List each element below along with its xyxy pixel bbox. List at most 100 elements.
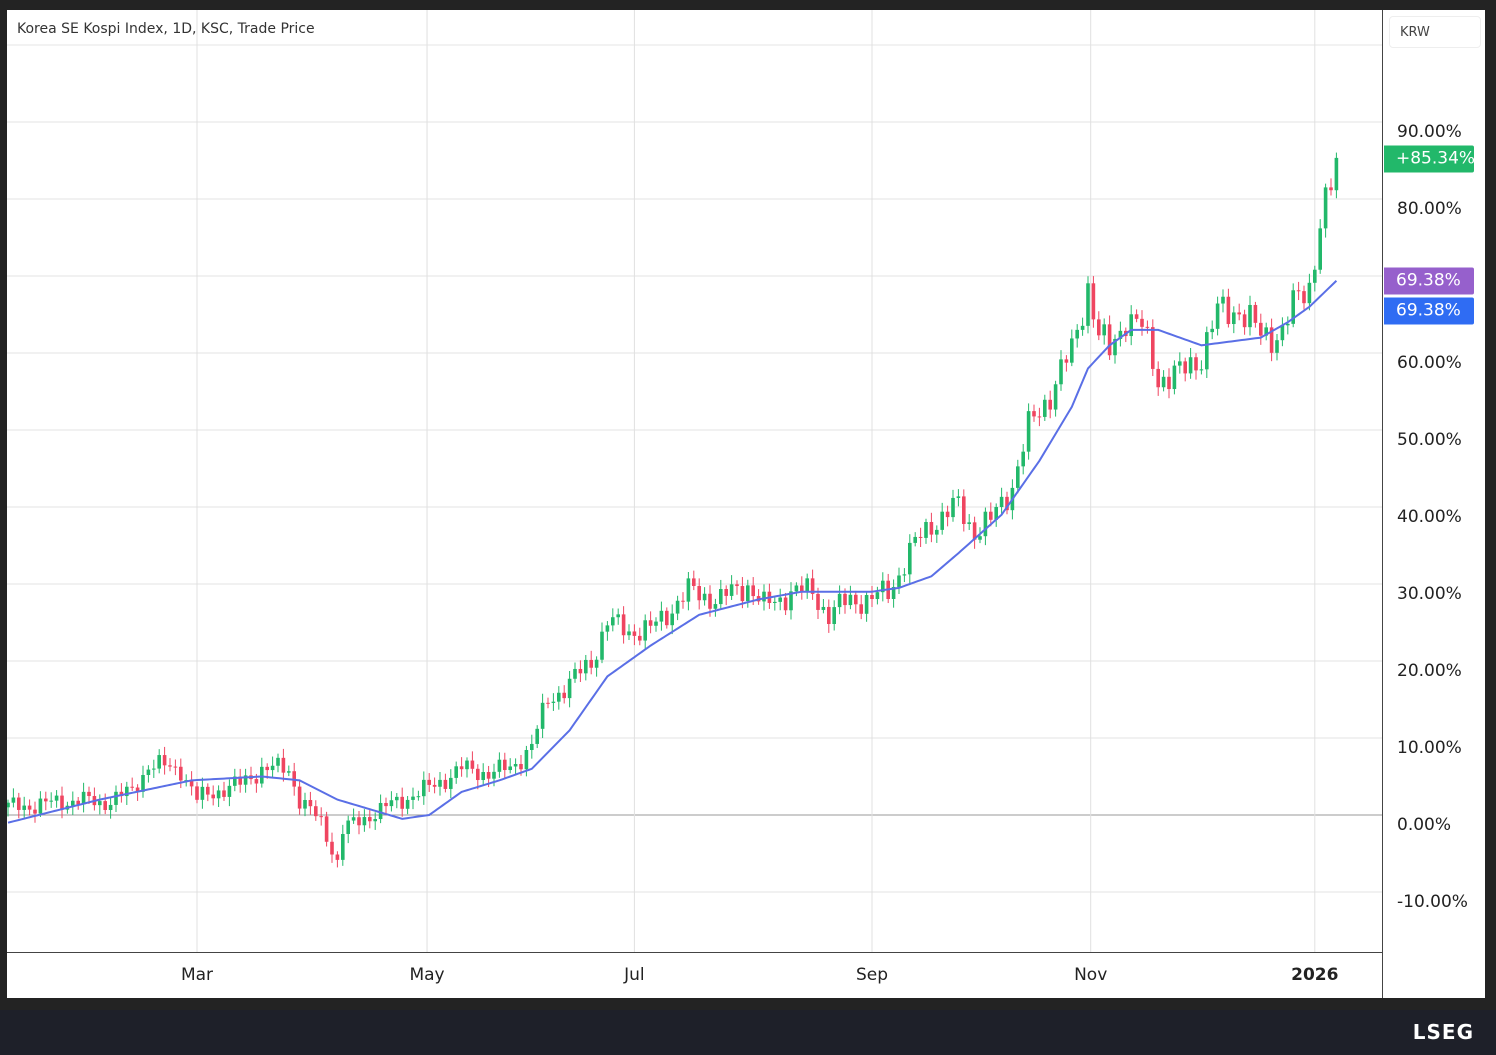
candle-body [621, 614, 626, 636]
candle-body [513, 763, 518, 767]
candle-body [1259, 322, 1263, 336]
candle-body [902, 574, 907, 576]
candle-body [443, 779, 448, 789]
candle-body [1172, 365, 1177, 390]
candle-body [935, 529, 939, 535]
candle-body [179, 766, 183, 781]
candle-body [270, 765, 275, 771]
candle-body [44, 798, 48, 802]
candle-body [740, 586, 745, 602]
candle-body [438, 779, 442, 787]
candle-body [692, 578, 696, 587]
candle-body [1215, 303, 1220, 329]
candle-body [962, 496, 966, 524]
candle-body [573, 668, 577, 679]
candle-body [578, 668, 583, 674]
y-tick-label: 40.00% [1397, 507, 1462, 527]
price-axis[interactable]: KRW -10.00% 0.00% 10.00% 20.00% 30.00% 40.00%… [1382, 10, 1485, 998]
candle-body [794, 585, 799, 592]
candle-body [1226, 296, 1231, 325]
candle-body [103, 801, 107, 810]
candle-body [1307, 282, 1312, 304]
y-tick-label: 80.00% [1397, 199, 1462, 219]
candle-body [751, 585, 755, 597]
candle-body [497, 759, 502, 772]
candle-body [746, 585, 750, 602]
candle-body [675, 600, 680, 614]
candle-body [98, 801, 102, 806]
candle-body [773, 601, 777, 603]
candle-body [362, 817, 367, 826]
candle-body [908, 542, 912, 575]
candle-body [1221, 296, 1225, 304]
candle-body [940, 511, 944, 530]
footer-bar: LSEG [0, 1010, 1496, 1055]
candle-body [454, 766, 458, 778]
ma-badge-purple: 69.38% [1384, 267, 1474, 295]
candle-body [1280, 325, 1285, 341]
ma-badge-blue: 69.38% [1384, 297, 1474, 325]
candle-body [71, 800, 75, 806]
candle-body [152, 768, 156, 770]
candle-body [346, 820, 350, 835]
candle-body [713, 604, 718, 609]
candle-body [503, 759, 507, 771]
candle-body [335, 854, 340, 860]
candle-body [546, 702, 550, 704]
candle-body [459, 766, 464, 770]
candle-body [913, 536, 917, 543]
candle-body [54, 795, 59, 801]
candle-body [1016, 466, 1020, 488]
candle-body [17, 797, 21, 810]
candle-body [724, 589, 728, 596]
candle-body [211, 794, 215, 799]
candle-body [859, 604, 863, 614]
chart-title: Korea SE Kospi Index, 1D, KSC, Trade Pri… [17, 21, 315, 37]
candle-body [1296, 290, 1301, 292]
candle-body [557, 692, 561, 702]
candle-body [1075, 329, 1079, 339]
candle-body [1156, 368, 1160, 388]
candle-body [1134, 314, 1139, 319]
y-tick-label: 30.00% [1397, 584, 1462, 604]
candle-body [1091, 283, 1096, 320]
lseg-logo: LSEG [1412, 1020, 1474, 1044]
candle-body [638, 635, 642, 641]
candle-body [983, 511, 988, 537]
candle-body [864, 595, 869, 614]
candle-body [1037, 416, 1042, 418]
candle-body [351, 817, 356, 821]
candle-body [1302, 291, 1306, 304]
candle-body [60, 795, 64, 810]
candle-body [114, 791, 118, 805]
candle-body [956, 496, 961, 498]
candle-body [1151, 327, 1155, 369]
candle-body [432, 784, 437, 787]
candle-body [708, 593, 712, 609]
candle-body [800, 585, 804, 592]
candle-body [1178, 361, 1182, 366]
candle-body [1329, 187, 1333, 191]
candle-body [427, 779, 431, 785]
candle-body [627, 631, 631, 636]
plot-area[interactable] [7, 10, 1382, 952]
candle-body [108, 804, 113, 810]
candle-body [1026, 411, 1031, 452]
candle-body [978, 536, 982, 540]
candle-body [1194, 357, 1198, 371]
candle-body [378, 802, 383, 820]
candle-body [1275, 340, 1279, 353]
candle-body [1064, 359, 1069, 363]
candle-body [216, 790, 221, 799]
candle-body [281, 757, 286, 773]
candle-body [1097, 319, 1101, 336]
candle-body [470, 760, 475, 769]
candle-body [1102, 324, 1106, 336]
candle-body [600, 631, 604, 660]
candle-body [584, 659, 588, 674]
currency-selector[interactable]: KRW [1389, 16, 1481, 48]
candle-body [632, 631, 637, 636]
time-axis[interactable]: Mar May Jul Sep Nov 2026 [7, 952, 1382, 999]
y-tick-label: 60.00% [1397, 353, 1462, 373]
candle-body [195, 786, 199, 800]
